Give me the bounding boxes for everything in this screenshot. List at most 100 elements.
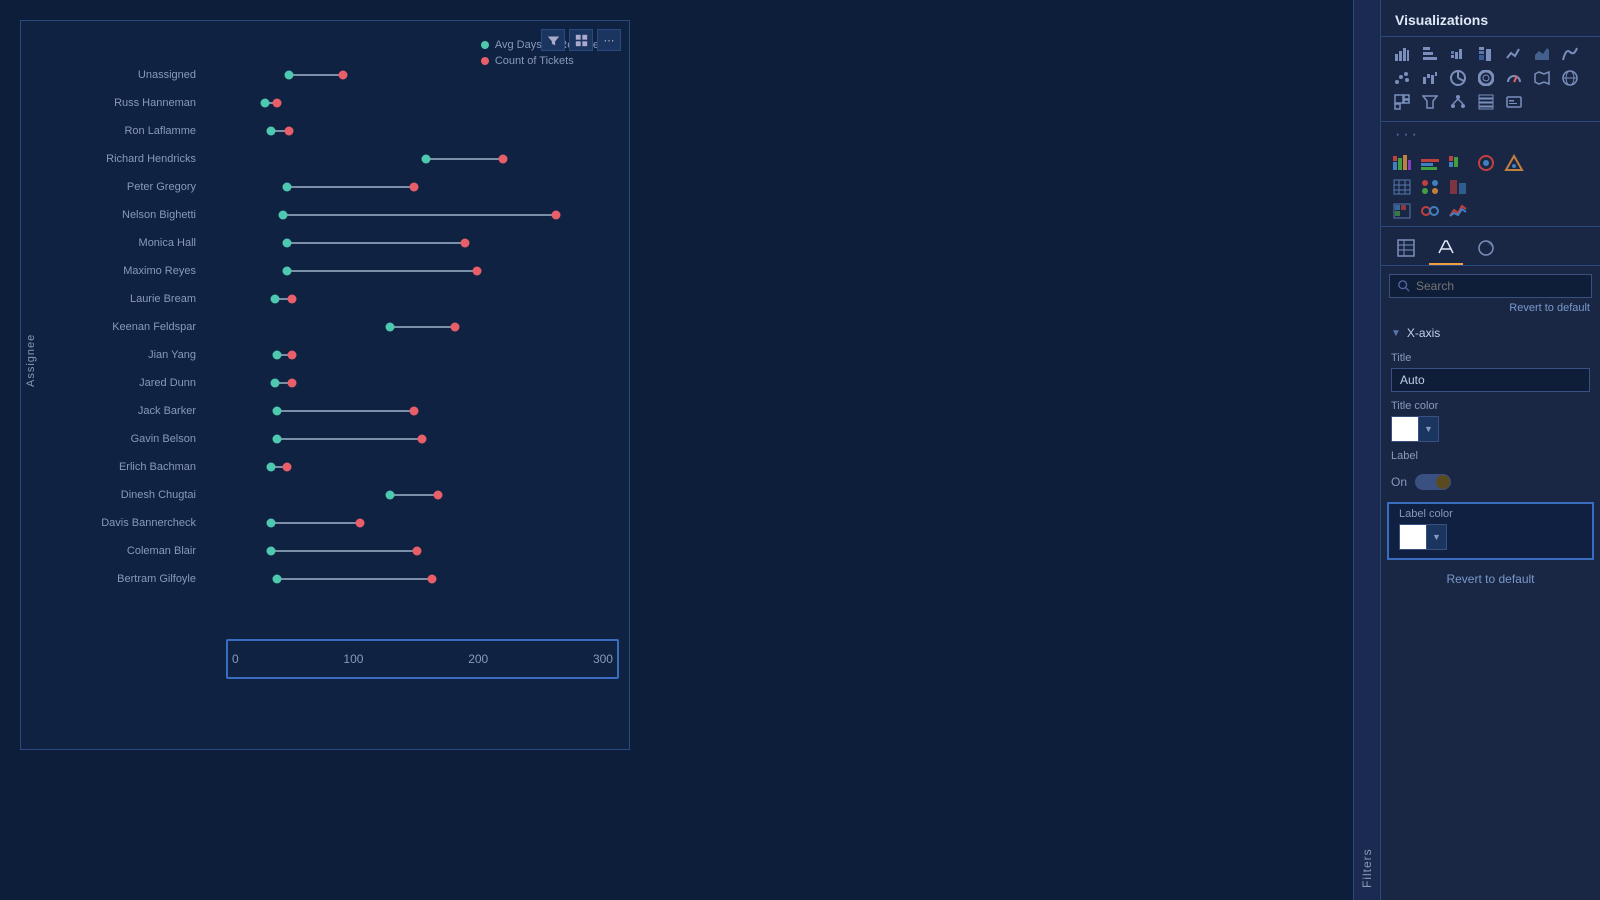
chart-container: ⋯ Assignee Avg Days To Resolve Count of …	[20, 20, 630, 750]
spec-icon-8[interactable]	[1445, 176, 1471, 198]
viz-icon-ribbon[interactable]	[1557, 43, 1583, 65]
viz-icon-donut[interactable]	[1473, 67, 1499, 89]
viz-icon-bar[interactable]	[1389, 43, 1415, 65]
viz-icon-card[interactable]	[1501, 91, 1527, 113]
visualizations-header: Visualizations	[1381, 0, 1600, 37]
spec-icon-3[interactable]	[1445, 152, 1471, 174]
row-track	[206, 313, 619, 341]
viz-icon-column[interactable]	[1417, 43, 1443, 65]
dot-teal	[421, 155, 430, 164]
row-track	[206, 285, 619, 313]
viz-icon-scatter[interactable]	[1389, 67, 1415, 89]
row-track	[206, 509, 619, 537]
label-color-swatch[interactable]	[1399, 524, 1427, 550]
filter-button[interactable]	[541, 29, 565, 51]
dot-red	[498, 155, 507, 164]
dot-teal	[386, 491, 395, 500]
dumbbell-line	[426, 158, 503, 160]
x-tick-0: 0	[232, 652, 239, 666]
spec-icon-6[interactable]	[1389, 176, 1415, 198]
special-row-3	[1389, 200, 1592, 222]
dot-teal	[267, 519, 276, 528]
label-toggle[interactable]	[1415, 474, 1451, 490]
row-track	[206, 425, 619, 453]
viz-icon-stacked-col[interactable]	[1473, 43, 1499, 65]
tab-format[interactable]	[1429, 233, 1463, 265]
chart-row: Maximo Reyes	[41, 257, 619, 285]
chart-row: Unassigned	[41, 61, 619, 89]
dot-red	[460, 239, 469, 248]
title-color-picker: ▼	[1391, 416, 1590, 442]
grid-button[interactable]	[569, 29, 593, 51]
spec-icon-7[interactable]	[1417, 176, 1443, 198]
row-label: Laurie Bream	[41, 293, 206, 305]
revert-to-default-link[interactable]: Revert to default	[1381, 298, 1600, 318]
tab-table[interactable]	[1389, 233, 1423, 265]
legend-dot-avg	[481, 41, 489, 49]
row-label: Davis Bannercheck	[41, 517, 206, 529]
y-axis-label: Assignee	[21, 31, 41, 689]
revert-default-button[interactable]: Revert to default	[1391, 572, 1590, 586]
chart-toolbar: ⋯	[541, 29, 621, 51]
viz-icon-stacked-bar[interactable]	[1445, 43, 1471, 65]
viz-icon-area[interactable]	[1529, 43, 1555, 65]
chart-row: Keenan Feldspar	[41, 313, 619, 341]
dumbbell-line	[271, 522, 360, 524]
search-box	[1389, 274, 1592, 298]
spec-icon-4[interactable]	[1473, 152, 1499, 174]
chart-row: Erlich Bachman	[41, 453, 619, 481]
row-label: Jack Barker	[41, 405, 206, 417]
dot-red	[287, 351, 296, 360]
spec-icon-11[interactable]	[1445, 200, 1471, 222]
spec-icon-5[interactable]	[1501, 152, 1527, 174]
label-field-label: Label	[1391, 450, 1590, 462]
spec-icon-2[interactable]	[1417, 152, 1443, 174]
title-input[interactable]	[1391, 368, 1590, 392]
chart-row: Jian Yang	[41, 341, 619, 369]
row-track	[206, 117, 619, 145]
viz-icon-gauge[interactable]	[1501, 67, 1527, 89]
title-label: Title	[1391, 352, 1590, 364]
x-axis: 0 100 200 300	[226, 639, 619, 679]
viz-icon-waterfall[interactable]	[1417, 67, 1443, 89]
filters-strip[interactable]: Filters	[1353, 0, 1380, 900]
viz-icon-decomp[interactable]	[1445, 91, 1471, 113]
x-axis-section-header[interactable]: ▼ X-axis	[1381, 318, 1600, 348]
viz-icon-treemap[interactable]	[1389, 91, 1415, 113]
chart-row: Dinesh Chugtai	[41, 481, 619, 509]
dumbbell-line	[277, 578, 431, 580]
row-label: Coleman Blair	[41, 545, 206, 557]
viz-icon-pie[interactable]	[1445, 67, 1471, 89]
dot-teal	[267, 127, 276, 136]
dot-red	[409, 183, 418, 192]
spec-icon-1[interactable]	[1389, 152, 1415, 174]
dot-red	[413, 547, 422, 556]
label-color-section: Label color ▼	[1387, 502, 1594, 560]
title-color-swatch[interactable]	[1391, 416, 1419, 442]
spec-icon-9[interactable]	[1389, 200, 1415, 222]
spec-icon-10[interactable]	[1417, 200, 1443, 222]
dot-teal	[267, 463, 276, 472]
viz-icon-funnel[interactable]	[1417, 91, 1443, 113]
dot-teal	[282, 183, 291, 192]
chart-row: Jared Dunn	[41, 369, 619, 397]
label-toggle-row: On	[1381, 470, 1600, 498]
search-input[interactable]	[1416, 279, 1583, 293]
more-button[interactable]: ⋯	[597, 29, 621, 51]
title-color-dropdown[interactable]: ▼	[1419, 416, 1439, 442]
viz-icon-matrix[interactable]	[1473, 91, 1499, 113]
dot-teal	[282, 239, 291, 248]
chart-row: Peter Gregory	[41, 173, 619, 201]
dot-red	[427, 575, 436, 584]
dot-red	[338, 71, 347, 80]
viz-icon-map[interactable]	[1529, 67, 1555, 89]
dot-teal	[261, 99, 270, 108]
viz-icon-line[interactable]	[1501, 43, 1527, 65]
label-color-dropdown[interactable]: ▼	[1427, 524, 1447, 550]
row-label: Maximo Reyes	[41, 265, 206, 277]
viz-icon-globe[interactable]	[1557, 67, 1583, 89]
tab-analytics[interactable]	[1469, 233, 1503, 265]
row-track	[206, 61, 619, 89]
dot-teal	[270, 295, 279, 304]
dot-teal	[285, 71, 294, 80]
